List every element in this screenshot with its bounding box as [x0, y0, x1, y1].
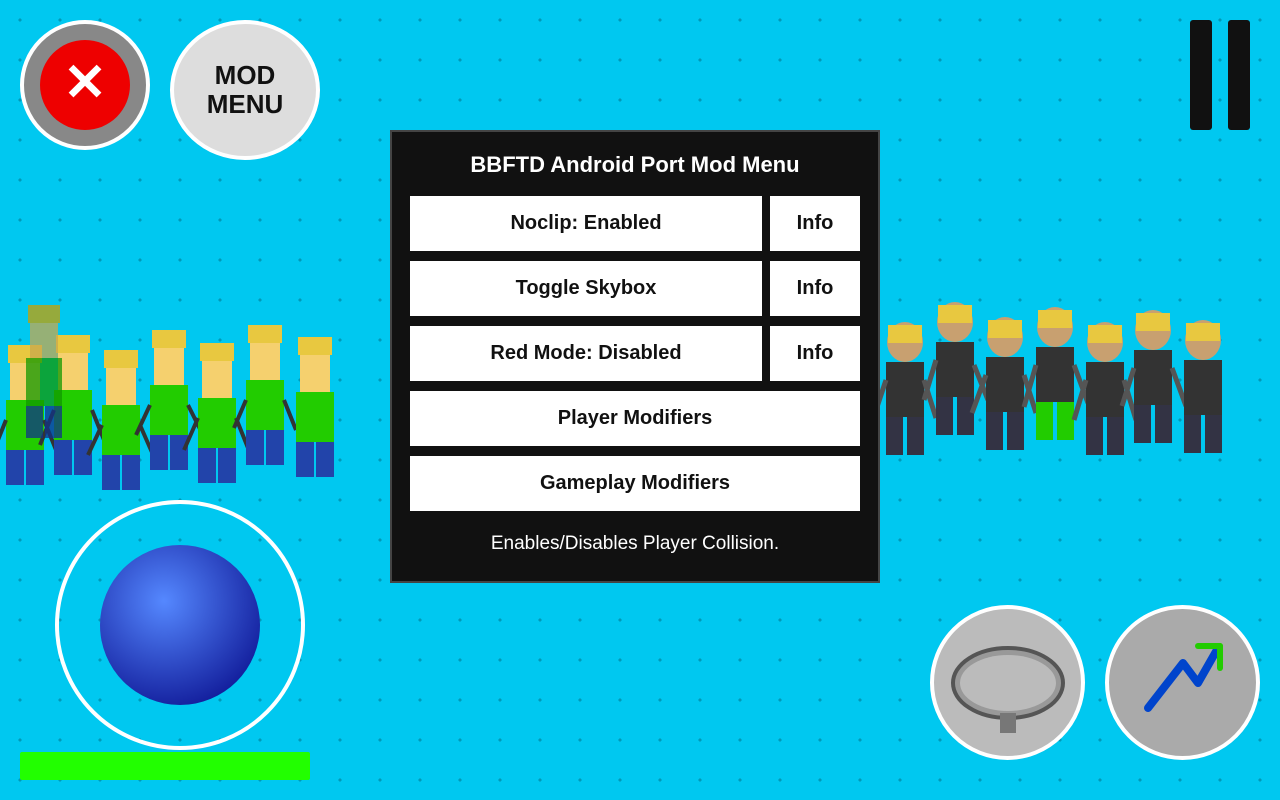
noclip-info-button[interactable]: Info: [770, 196, 860, 251]
mod-menu-label-line1: MOD: [215, 61, 276, 90]
joystick-circle[interactable]: [55, 500, 305, 750]
mod-menu-panel: BBFTD Android Port Mod Menu Noclip: Enab…: [390, 130, 880, 583]
mod-menu-button[interactable]: MOD MENU: [170, 20, 320, 160]
close-icon-inner: ✕: [40, 40, 130, 130]
mirror-icon: [938, 613, 1078, 753]
characters-right: [880, 250, 1280, 600]
toggle-skybox-row: Toggle Skybox Info: [410, 261, 860, 316]
bottom-right-controls: [930, 605, 1260, 760]
action-button[interactable]: [1105, 605, 1260, 760]
red-mode-info-button[interactable]: Info: [770, 326, 860, 381]
arrow-icon: [1118, 618, 1248, 748]
pause-bar-right: [1228, 20, 1250, 130]
pause-bar-left: [1190, 20, 1212, 130]
noclip-button[interactable]: Noclip: Enabled: [410, 196, 762, 251]
close-icon: ✕: [63, 57, 107, 109]
mod-description: Enables/Disables Player Collision.: [410, 529, 860, 559]
green-bar: [20, 752, 310, 780]
red-mode-button[interactable]: Red Mode: Disabled: [410, 326, 762, 381]
close-button[interactable]: ✕: [20, 20, 150, 150]
gameplay-modifiers-row: Gameplay Modifiers: [410, 456, 860, 511]
mirror-button[interactable]: [930, 605, 1085, 760]
gameplay-modifiers-button[interactable]: Gameplay Modifiers: [410, 456, 860, 511]
mod-panel-title: BBFTD Android Port Mod Menu: [410, 152, 860, 178]
player-modifiers-button[interactable]: Player Modifiers: [410, 391, 860, 446]
mod-menu-label-line2: MENU: [207, 90, 284, 119]
pause-button[interactable]: [1190, 20, 1250, 130]
joystick-ball: [100, 545, 260, 705]
red-mode-row: Red Mode: Disabled Info: [410, 326, 860, 381]
right-characters-svg: [880, 250, 1280, 600]
player-modifiers-row: Player Modifiers: [410, 391, 860, 446]
toggle-skybox-info-button[interactable]: Info: [770, 261, 860, 316]
toggle-skybox-button[interactable]: Toggle Skybox: [410, 261, 762, 316]
noclip-row: Noclip: Enabled Info: [410, 196, 860, 251]
